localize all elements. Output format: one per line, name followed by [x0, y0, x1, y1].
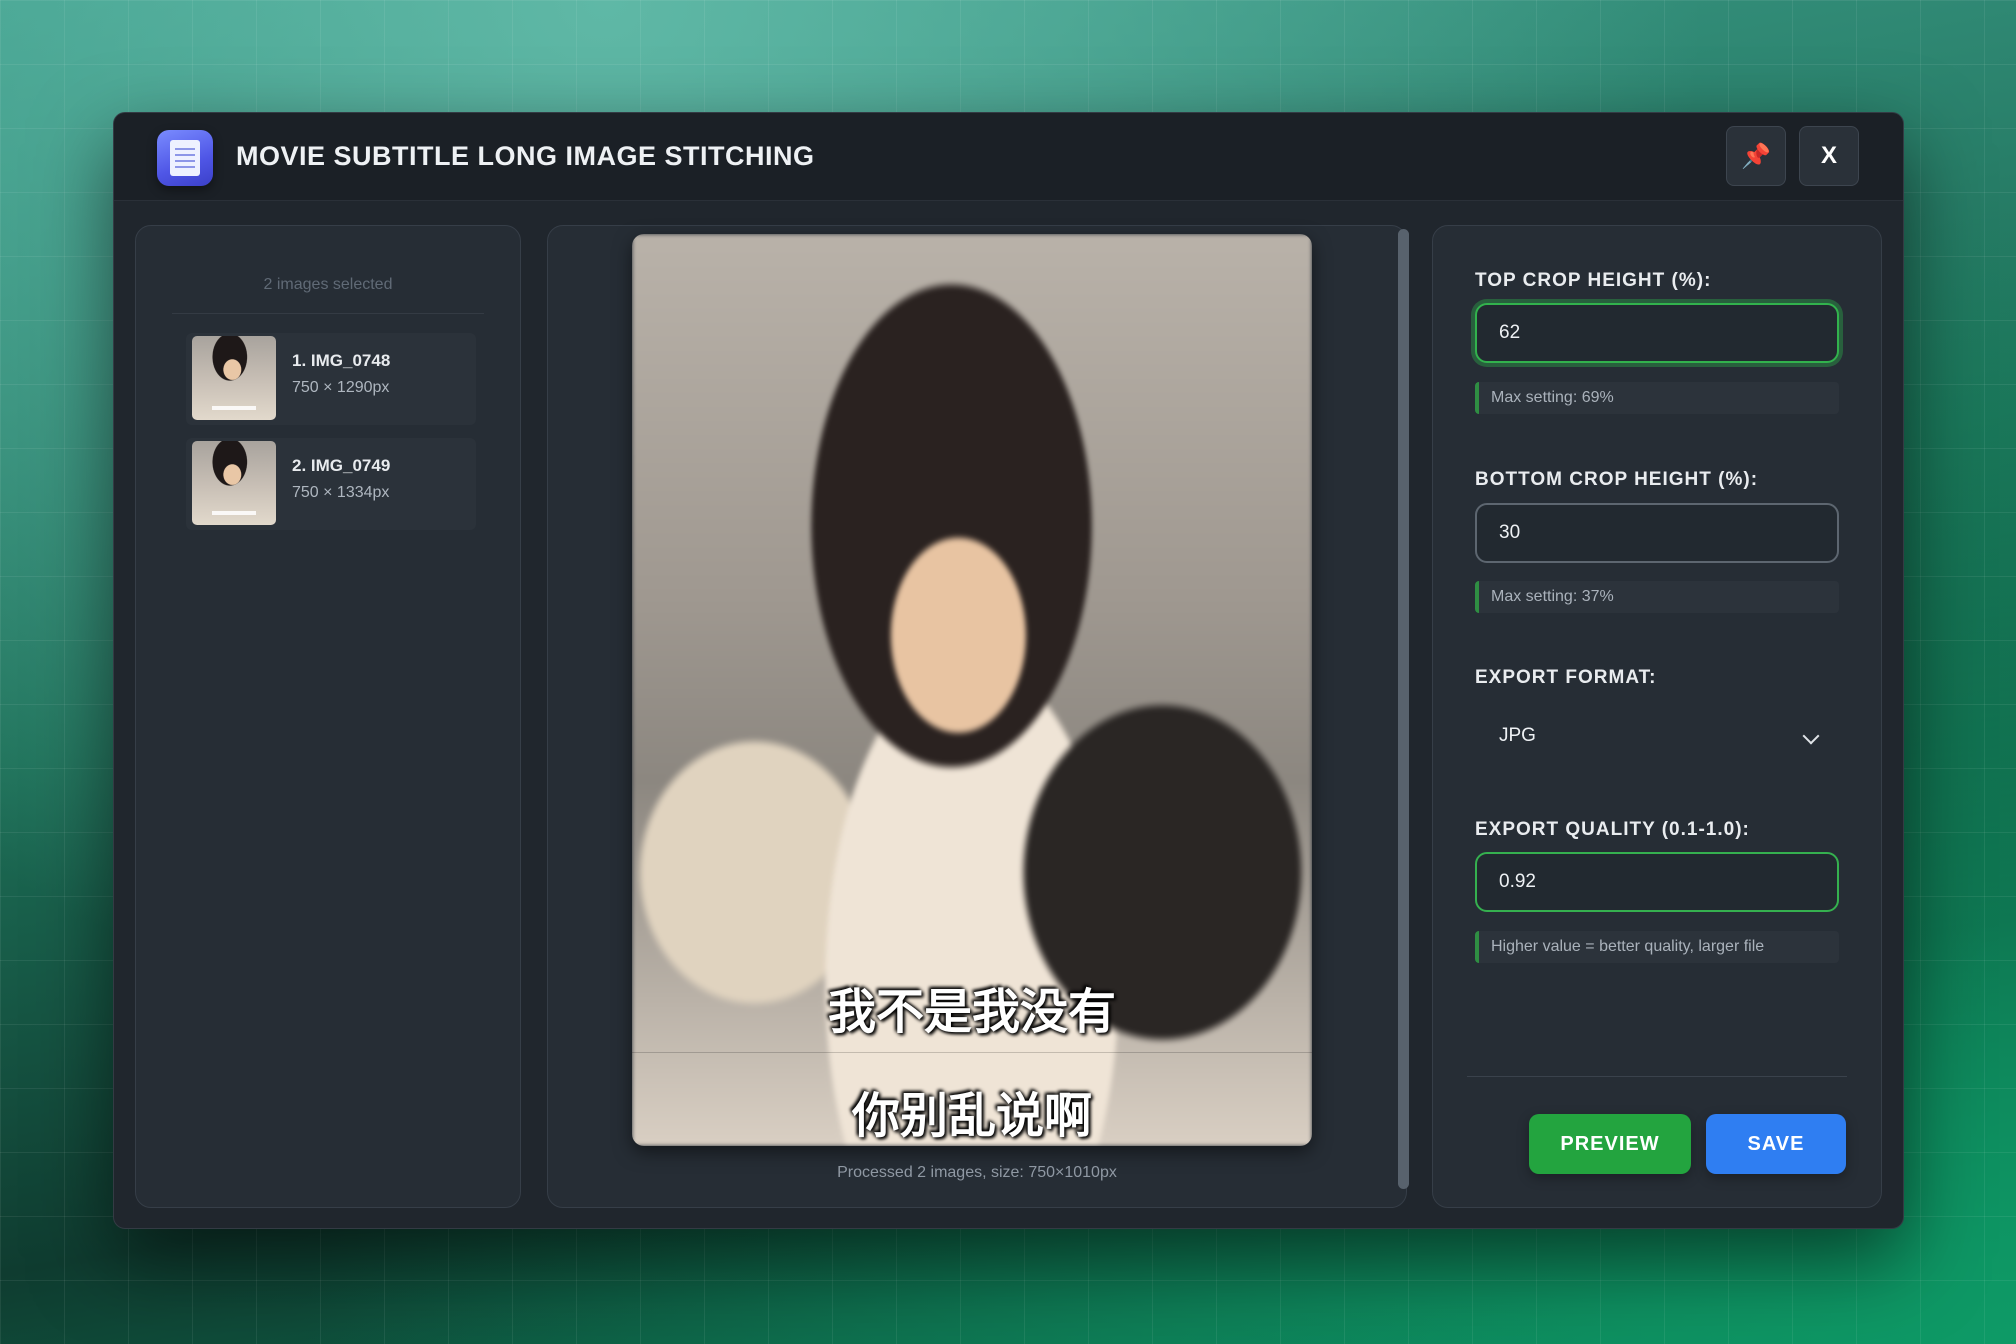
save-button[interactable]: SAVE: [1706, 1114, 1846, 1174]
subtitle-line-1: 我不是我没有: [827, 984, 1116, 1040]
export-format-select[interactable]: JPG: [1475, 708, 1839, 764]
settings-panel: TOP CROP HEIGHT (%): Max setting: 69% BO…: [1432, 225, 1882, 1208]
app-window: MOVIE SUBTITLE LONG IMAGE STITCHING 📌 X …: [113, 112, 1904, 1229]
divider: [1467, 1076, 1847, 1077]
bottom-crop-input[interactable]: [1475, 503, 1839, 563]
export-format-value: JPG: [1499, 725, 1536, 746]
preview-panel: 我不是我没有 你别乱说啊 Processed 2 images, size: 7…: [547, 225, 1407, 1208]
divider: [172, 313, 484, 314]
close-button[interactable]: X: [1799, 126, 1859, 186]
image-thumbnail: [192, 441, 276, 525]
top-crop-label: TOP CROP HEIGHT (%):: [1475, 270, 1712, 291]
stitch-seam: [632, 1052, 1312, 1053]
subtitle-line-2: 你别乱说啊: [851, 1088, 1092, 1144]
file-name: 2. IMG_0749: [292, 456, 391, 475]
bottom-crop-hint: Max setting: 37%: [1475, 581, 1839, 613]
file-name: 1. IMG_0748: [292, 351, 391, 370]
image-thumbnail: [192, 336, 276, 420]
file-dimensions: 750 × 1334px: [292, 484, 390, 501]
top-crop-hint: Max setting: 69%: [1475, 382, 1839, 414]
file-dimensions: 750 × 1290px: [292, 379, 390, 396]
preview-button[interactable]: PREVIEW: [1529, 1114, 1691, 1174]
file-item[interactable]: 2. IMG_0749 750 × 1334px: [186, 438, 476, 530]
chevron-down-icon: [1802, 727, 1820, 745]
processing-status: Processed 2 images, size: 750×1010px: [837, 1164, 1117, 1181]
window-title: MOVIE SUBTITLE LONG IMAGE STITCHING: [236, 141, 815, 171]
bottom-crop-label: BOTTOM CROP HEIGHT (%):: [1475, 469, 1759, 490]
stitched-preview-image: 我不是我没有 你别乱说啊: [632, 234, 1312, 1146]
app-logo-icon: [157, 130, 213, 186]
export-format-label: EXPORT FORMAT:: [1475, 667, 1657, 688]
export-quality-hint: Higher value = better quality, larger fi…: [1475, 931, 1839, 963]
selected-count: 2 images selected: [263, 276, 393, 293]
pin-icon: 📌: [1741, 142, 1771, 170]
file-list-panel: 2 images selected 1. IMG_0748 750 × 1290…: [135, 225, 521, 1208]
file-item[interactable]: 1. IMG_0748 750 × 1290px: [186, 333, 476, 425]
export-quality-input[interactable]: [1475, 852, 1839, 912]
title-bar: MOVIE SUBTITLE LONG IMAGE STITCHING 📌 X: [114, 113, 1903, 201]
export-quality-label: EXPORT QUALITY (0.1-1.0):: [1475, 819, 1750, 840]
preview-scrollbar[interactable]: [1398, 229, 1409, 1189]
pin-button[interactable]: 📌: [1726, 126, 1786, 186]
top-crop-input[interactable]: [1475, 303, 1839, 363]
